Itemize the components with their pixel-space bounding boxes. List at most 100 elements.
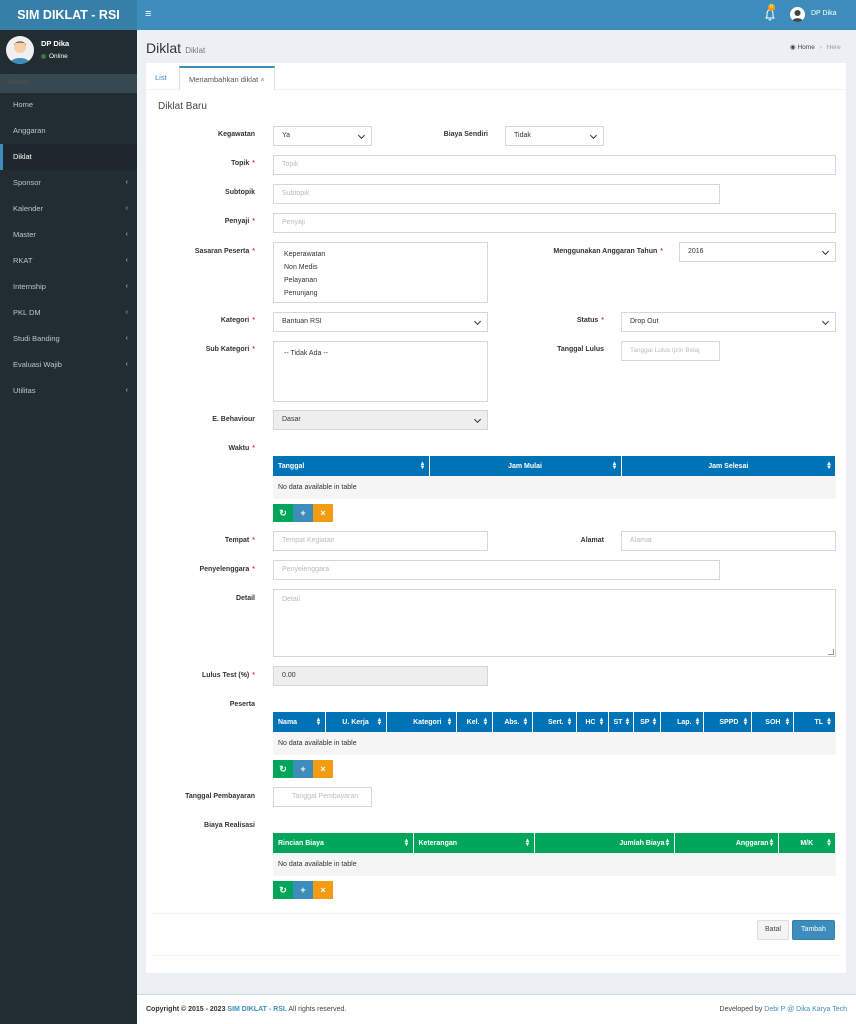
submit-button[interactable]: Tambah (792, 920, 835, 940)
user-avatar-icon[interactable] (790, 7, 805, 22)
sub-kategori-label: Sub Kategori * (205, 346, 255, 353)
penyelenggara-input[interactable]: Penyelenggara (273, 560, 720, 580)
sidebar-item-evaluasi-wajib[interactable]: Evaluasi Wajib ‹ (0, 352, 137, 378)
waktu-col-tanggal[interactable]: Tanggal ▲ ▼ (273, 456, 430, 476)
status-select[interactable]: Drop Out (621, 312, 836, 332)
close-tab-icon[interactable]: × (260, 75, 264, 84)
subtopik-input[interactable]: Subtopik (273, 184, 720, 204)
peserta-col-sppd[interactable]: SPPD ▲ ▼ (703, 712, 753, 732)
tanggal-pembayaran-input[interactable]: Tanggal Pembayaran (273, 787, 372, 807)
peserta-col-st[interactable]: ST ▲ ▼ (608, 712, 635, 732)
remove-row-button[interactable]: × (313, 760, 333, 778)
biaya-col-keterangan[interactable]: Keterangan ▲ ▼ (413, 833, 535, 853)
behaviour-label: E. Behaviour (212, 416, 255, 423)
tempat-label: Tempat * (224, 537, 255, 544)
waktu-label: Waktu * (228, 445, 255, 452)
peserta-col-lap[interactable]: Lap. ▲ ▼ (660, 712, 705, 732)
top-user-name[interactable]: DP Dika (811, 10, 837, 17)
sidebar-item-home[interactable]: Home (0, 92, 137, 118)
app-logo[interactable]: SIM DIKLAT - RSI (0, 0, 137, 30)
waktu-col-jam-mulai[interactable]: Jam Mulai ▲ ▼ (429, 456, 622, 476)
tab-add-diklat[interactable]: Menambahkan diklat × (179, 66, 275, 90)
alamat-input[interactable]: Alamat (621, 531, 836, 551)
page-title: Diklat (146, 40, 182, 56)
detail-textarea[interactable]: Detail (273, 589, 836, 657)
sidebar-item-sponsor[interactable]: Sponsor ‹ (0, 170, 137, 196)
peserta-col-abs[interactable]: Abs. ▲ ▼ (492, 712, 533, 732)
developer-link[interactable]: Debi P @ Dika Karya Tech (764, 1006, 847, 1013)
remove-row-button[interactable]: × (313, 504, 333, 522)
anggaran-tahun-select[interactable]: 2016 (679, 242, 836, 262)
footer-brand-link[interactable]: SIM DIKLAT - RSI. (227, 1006, 286, 1013)
sasaran-multiselect[interactable]: Keperawatan Non Medis Pelayanan Penunjan… (273, 242, 488, 303)
online-dot-icon (41, 53, 46, 59)
peserta-col-kel[interactable]: Kel. ▲ ▼ (456, 712, 493, 732)
refresh-button[interactable]: ↻ (273, 760, 293, 778)
peserta-col-kategori[interactable]: Kategori ▲ ▼ (386, 712, 457, 732)
tanggal-pembayaran-label: Tanggal Pembayaran (185, 793, 255, 800)
sidebar-item-pkl-dm[interactable]: PKL DM ‹ (0, 300, 137, 326)
sub-kategori-option[interactable]: -- Tidak Ada -- (284, 347, 477, 360)
cancel-button[interactable]: Batal (757, 920, 789, 940)
peserta-table: Nama ▲ ▼ U. Kerja ▲ ▼ Kategori ▲ ▼ Kel. ▲ ▼ Abs.… (273, 712, 836, 755)
resize-handle-icon[interactable] (828, 649, 834, 655)
anggaran-tahun-label: Menggunakan Anggaran Tahun * (553, 248, 663, 255)
sidebar-toggle-icon[interactable]: ≡ (145, 8, 151, 21)
sasaran-option[interactable]: Penunjang (284, 287, 477, 300)
peserta-col-tl[interactable]: TL ▲ ▼ (793, 712, 836, 732)
sidebar-item-anggaran[interactable]: Anggaran (0, 118, 137, 144)
kategori-label: Kategori * (220, 317, 255, 324)
sidebar-user-name: DP Dika (41, 39, 70, 48)
penyaji-input[interactable]: Penyaji (273, 213, 836, 233)
add-row-button[interactable]: + (293, 760, 313, 778)
sidebar-item-rkat[interactable]: RKAT ‹ (0, 248, 137, 274)
biaya-col-rincian[interactable]: Rincian Biaya ▲ ▼ (273, 833, 414, 853)
sidebar-search-input[interactable]: Search... (0, 74, 137, 93)
peserta-col-unit-kerja[interactable]: U. Kerja ▲ ▼ (325, 712, 387, 732)
waktu-col-jam-selesai[interactable]: Jam Selesai ▲ ▼ (621, 456, 836, 476)
chevron-left-icon: ‹ (125, 335, 128, 342)
sub-kategori-select[interactable]: -- Tidak Ada -- (273, 341, 488, 402)
tanggal-lulus-input[interactable]: Tanggal Lulus Ijzin Belaj (621, 341, 720, 361)
peserta-col-hc[interactable]: HC ▲ ▼ (576, 712, 609, 732)
behaviour-select[interactable]: Dasar (273, 410, 488, 430)
penyelenggara-label: Penyelenggara * (199, 566, 255, 573)
tab-list[interactable]: List (146, 66, 176, 90)
breadcrumb-home[interactable]: Home (797, 44, 814, 51)
biaya-col-mk[interactable]: M/K ▲ ▼ (778, 833, 836, 853)
peserta-col-sert[interactable]: Sert. ▲ ▼ (532, 712, 577, 732)
sidebar-item-utilitas[interactable]: Utilitas ‹ (0, 378, 137, 404)
biaya-col-anggaran[interactable]: Anggaran ▲ ▼ (674, 833, 779, 853)
chevron-left-icon: ‹ (125, 387, 128, 394)
content-header: Diklat Diklat (146, 40, 205, 56)
notification-count-badge: 0 (768, 4, 775, 11)
peserta-col-soh[interactable]: SOH ▲ ▼ (751, 712, 795, 732)
biaya-sendiri-select[interactable]: Tidak (505, 126, 604, 146)
sidebar-item-master[interactable]: Master ‹ (0, 222, 137, 248)
peserta-col-nama[interactable]: Nama ▲ ▼ (273, 712, 326, 732)
refresh-button[interactable]: ↻ (273, 881, 293, 899)
topik-input[interactable]: Topik (273, 155, 836, 175)
sasaran-option[interactable]: Keperawatan (284, 248, 477, 261)
add-row-button[interactable]: + (293, 504, 313, 522)
sidebar-item-internship[interactable]: Internship ‹ (0, 274, 137, 300)
sidebar: DP Dika Online Search... Home Anggaran D… (0, 30, 137, 1024)
tempat-input[interactable]: Tempat Kegiatan (273, 531, 488, 551)
remove-row-button[interactable]: × (313, 881, 333, 899)
page-subtitle: Diklat (185, 46, 206, 55)
topik-label: Topik * (231, 160, 255, 167)
sidebar-item-diklat[interactable]: Diklat (0, 144, 137, 170)
kategori-select[interactable]: Bantuan RSI (273, 312, 488, 332)
sasaran-option[interactable]: Non Medis (284, 261, 477, 274)
sidebar-item-kalender[interactable]: Kalender ‹ (0, 196, 137, 222)
peserta-col-sp[interactable]: SP ▲ ▼ (633, 712, 662, 732)
footer-copyright: Copyright © 2015 - 2023 SIM DIKLAT - RSI… (146, 1006, 347, 1013)
sasaran-option[interactable]: Pelayanan (284, 274, 477, 287)
refresh-button[interactable]: ↻ (273, 504, 293, 522)
kegawatan-select[interactable]: Ya (273, 126, 372, 146)
sidebar-user-status: Online (41, 53, 68, 60)
add-row-button[interactable]: + (293, 881, 313, 899)
biaya-col-jumlah[interactable]: Jumlah Biaya ▲ ▼ (534, 833, 675, 853)
lulus-test-label: Lulus Test (%) * (201, 672, 255, 679)
sidebar-item-studi-banding[interactable]: Studi Banding ‹ (0, 326, 137, 352)
